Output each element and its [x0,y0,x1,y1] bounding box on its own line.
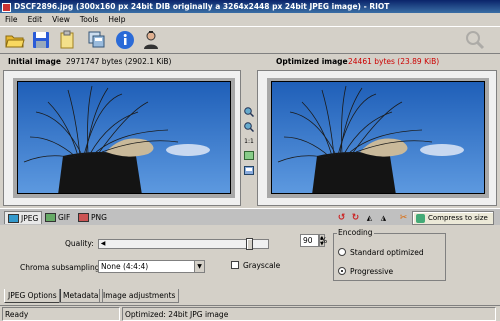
initial-image-label: Initial image [8,57,62,66]
rotate-left-icon: ↺ [337,212,346,223]
crop-button[interactable]: ✂ [398,212,409,223]
info-button[interactable] [113,29,137,51]
zoom-button[interactable] [463,29,487,51]
rotate-right-button[interactable]: ↻ [350,212,361,223]
optimized-image-background [267,78,489,198]
clipboard-icon [60,30,74,49]
grayscale-label: Grayscale [243,261,281,270]
tab-gif-label: GIF [58,213,71,222]
chroma-value: None (4:4:4) [101,262,149,271]
window-title: DSCF2896.jpg (300x160 px 24bit DIB origi… [14,2,390,11]
compare-icon [244,166,254,175]
chevron-down-icon[interactable]: ▼ [194,261,204,272]
toolbar [0,26,500,54]
standard-optimized-label: Standard optimized [350,248,424,257]
flip-vertical-button[interactable]: ◮ [378,212,389,223]
rotate-left-button[interactable]: ↺ [336,212,347,223]
encoding-title: Encoding [337,228,374,237]
title-bar: DSCF2896.jpg (300x160 px 24bit DIB origi… [0,0,500,13]
photo-stump-image [272,82,484,193]
quality-slider-thumb[interactable] [245,238,253,250]
initial-image-pane[interactable] [3,70,241,206]
menu-file[interactable]: File [0,13,23,26]
user-button[interactable] [139,29,163,51]
tab-jpeg[interactable]: JPEG [4,211,43,224]
chroma-subsampling-select[interactable]: None (4:4:4) ▼ [98,260,205,273]
compress-to-size-button[interactable]: Compress to size [412,211,494,225]
info-icon [116,31,134,49]
status-left: Ready [2,307,120,321]
slider-left-arrow[interactable]: ◀ [99,240,107,248]
radio-progressive[interactable] [338,267,346,275]
quality-input[interactable]: 90 [300,234,319,247]
photo-stump-image [18,82,230,193]
batch-button[interactable] [85,29,109,51]
optimized-image-photo [271,81,485,194]
zoom-out-button[interactable] [243,121,255,132]
chroma-label: Chroma subsampling: [20,263,102,272]
initial-image-size: 2971747 bytes (2902.1 KiB) [66,57,172,66]
user-icon [144,31,158,49]
flip-vertical-icon: ◮ [380,213,387,222]
radio-standard-optimized[interactable] [338,248,346,256]
save-icon [33,32,49,48]
menu-tools[interactable]: Tools [75,13,103,26]
actual-size-button[interactable]: 1:1 [243,136,255,147]
zoom-in-button[interactable] [243,106,255,117]
menu-view[interactable]: View [47,13,75,26]
save-button[interactable] [29,29,53,51]
progressive-label: Progressive [350,267,394,276]
compress-label: Compress to size [428,214,488,222]
grayscale-checkbox[interactable] [231,261,239,269]
quality-unit: % [320,236,328,245]
optimized-image-pane[interactable] [257,70,497,206]
zoom-out-icon [244,121,254,132]
jpeg-icon [8,213,19,223]
zoom-in-icon [244,106,254,117]
gif-icon [45,213,56,222]
rotate-right-icon: ↻ [351,212,360,223]
crop-icon: ✂ [399,212,408,223]
quality-slider[interactable]: ◀ [98,238,269,250]
tab-gif[interactable]: GIF [42,211,73,224]
menu-bar: File Edit View Tools Help [0,13,500,26]
tab-jpeg-options[interactable]: JPEG Options [4,289,61,303]
open-folder-icon [5,35,25,48]
option-tabs: JPEG Options Metadata Image adjustments [0,289,500,304]
quality-label: Quality: [65,239,94,248]
fit-icon [244,151,254,160]
png-icon [78,213,89,222]
open-button[interactable] [3,29,27,51]
optimized-image-size: 24461 bytes (23.89 KiB) [348,57,440,66]
tab-png[interactable]: PNG [75,211,110,224]
image-header: Initial image 2971747 bytes (2902.1 KiB)… [0,55,500,69]
menu-edit[interactable]: Edit [23,13,48,26]
zoom-icon [466,31,485,50]
status-right: Optimized: 24bit JPG image [122,307,496,321]
tab-png-label: PNG [91,213,107,222]
tab-image-adjustments[interactable]: Image adjustments [99,289,180,303]
initial-image-photo [17,81,231,194]
initial-image-background [13,78,235,198]
fit-button[interactable] [243,150,255,161]
flip-horizontal-button[interactable]: ◭ [364,212,375,223]
compress-icon [416,213,425,223]
flip-horizontal-icon: ◭ [366,213,373,222]
optimized-image-label: Optimized image [276,57,348,66]
status-bar: Ready Optimized: 24bit JPG image [0,305,500,321]
tab-jpeg-label: JPEG [21,213,39,223]
clipboard-button[interactable] [55,29,79,51]
menu-help[interactable]: Help [103,13,130,26]
app-icon [2,2,11,12]
compare-button[interactable] [243,165,255,176]
batch-icon [88,31,105,48]
tab-metadata[interactable]: Metadata [59,289,103,303]
